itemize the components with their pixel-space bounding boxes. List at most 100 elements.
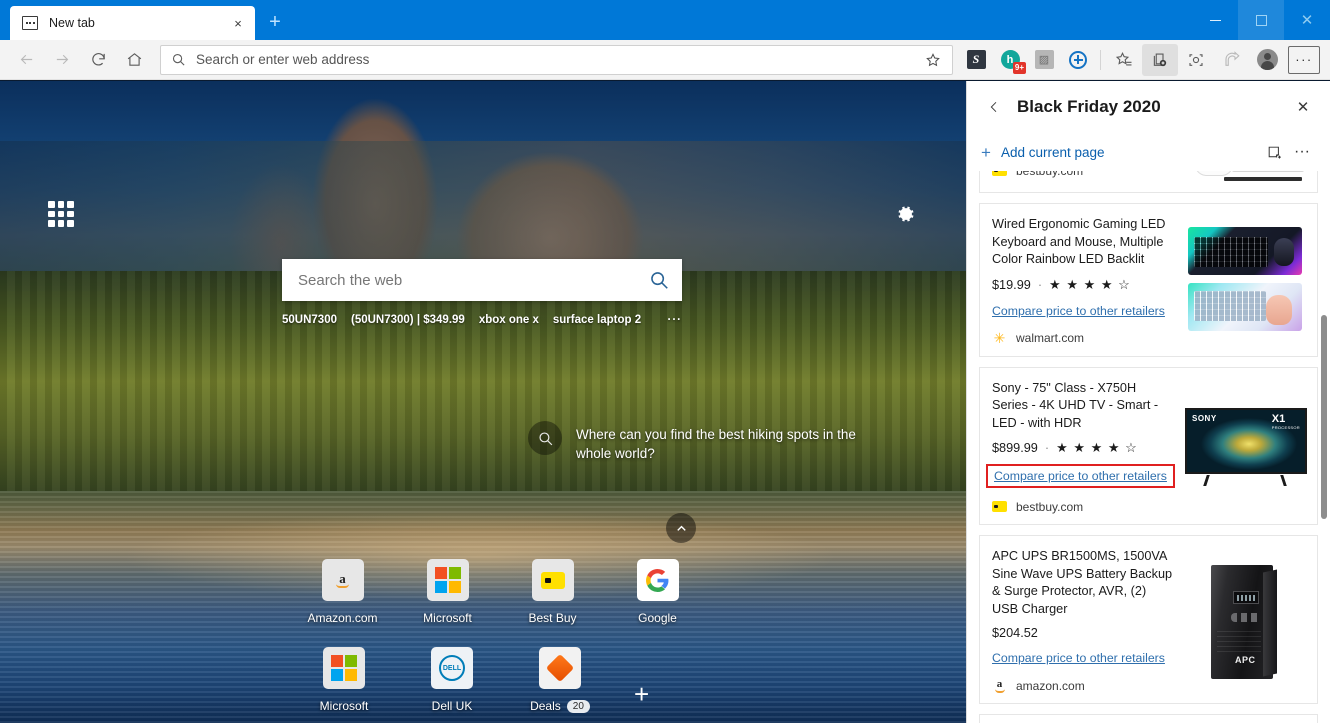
collections-header: Black Friday 2020 ✕ bbox=[967, 81, 1330, 133]
top-sites-row-1: a Amazon.com Microsoft Best Buy Google bbox=[290, 559, 710, 625]
card-site-label: bestbuy.com bbox=[1016, 171, 1083, 178]
maximize-button[interactable] bbox=[1238, 0, 1284, 40]
add-current-page-label: Add current page bbox=[1000, 144, 1105, 160]
dell-icon: DELL bbox=[431, 647, 473, 689]
sony-tv-image: SONY X1 PROCESSOR bbox=[1185, 407, 1307, 486]
extension-honey-button[interactable]: h 9+ bbox=[993, 44, 1027, 76]
top-site-bestbuy[interactable]: Best Buy bbox=[500, 559, 605, 625]
search-hint[interactable]: Where can you find the best hiking spots… bbox=[528, 421, 858, 463]
favorite-star-icon[interactable] bbox=[920, 47, 946, 73]
back-icon[interactable] bbox=[981, 94, 1007, 120]
xbox-console-image: ✚ bbox=[1186, 171, 1304, 182]
close-window-button[interactable]: ✕ bbox=[1284, 0, 1330, 40]
amazon-favicon-icon: a bbox=[992, 678, 1007, 693]
browser-tab[interactable]: New tab × bbox=[10, 6, 255, 40]
suggestions-more-button[interactable]: ··· bbox=[668, 314, 683, 326]
collection-items-list[interactable]: bestbuy.com ✚ Wired Ergonomic Gamin bbox=[967, 171, 1330, 723]
suggestion-item-1[interactable]: (50UN7300) | $349.99 bbox=[351, 314, 465, 326]
card-site[interactable]: a amazon.com bbox=[992, 678, 1175, 693]
top-site-microsoft-2[interactable]: Microsoft bbox=[290, 647, 398, 713]
collections-button[interactable] bbox=[1142, 43, 1178, 76]
top-site-dell[interactable]: DELL Dell UK bbox=[398, 647, 506, 713]
add-note-icon[interactable] bbox=[1260, 139, 1288, 165]
collection-item-apc-ups[interactable]: APC UPS BR1500MS, 1500VA Sine Wave UPS B… bbox=[979, 535, 1318, 704]
panel-scrollbar-thumb[interactable] bbox=[1321, 314, 1327, 519]
suggestion-item-0[interactable]: 50UN7300 bbox=[282, 314, 337, 326]
x1-badge: X1 PROCESSOR bbox=[1271, 412, 1300, 430]
top-site-deals[interactable]: Deals 20 bbox=[506, 647, 614, 713]
collection-more-icon[interactable]: ··· bbox=[1288, 139, 1316, 165]
profile-button[interactable] bbox=[1250, 44, 1284, 76]
bestbuy-favicon-icon bbox=[992, 171, 1007, 178]
browser-toolbar: Search or enter web address S h 9+ ▨ ··· bbox=[0, 40, 1330, 80]
sony-brand-label: SONY bbox=[1192, 413, 1217, 423]
compare-price-link-highlighted[interactable]: Compare price to other retailers bbox=[986, 464, 1175, 488]
collection-item-surface-pro-7[interactable]: Surface Pro 7 + Pro Type Cover Bundle bbox=[979, 714, 1318, 723]
card-site[interactable]: ✳ walmart.com bbox=[992, 331, 1175, 346]
minimize-button[interactable] bbox=[1192, 0, 1238, 40]
app-launcher-icon[interactable] bbox=[48, 201, 74, 227]
toolbar-divider bbox=[1100, 49, 1101, 70]
add-site-button[interactable]: + bbox=[634, 681, 649, 707]
note-extension-icon: ▨ bbox=[1034, 50, 1054, 69]
top-site-amazon[interactable]: a Amazon.com bbox=[290, 559, 395, 625]
grammar-extension-icon: S bbox=[966, 50, 986, 69]
new-tab-favicon-icon bbox=[22, 16, 38, 30]
card-rating-stars: ★ ★ ★ ★ ☆ bbox=[1056, 440, 1138, 455]
favorites-icon bbox=[1115, 51, 1132, 65]
extension-bitwarden-button[interactable] bbox=[1061, 44, 1095, 76]
card-site[interactable]: bestbuy.com bbox=[992, 171, 1083, 178]
settings-and-more-button[interactable]: ··· bbox=[1288, 45, 1320, 74]
price-rating-separator: · bbox=[1044, 441, 1050, 455]
new-tab-button[interactable]: + bbox=[261, 8, 289, 36]
chevron-up-icon bbox=[676, 525, 686, 531]
top-site-label: Dell UK bbox=[431, 699, 473, 713]
maximize-icon bbox=[1255, 14, 1267, 26]
card-site[interactable]: bestbuy.com bbox=[992, 499, 1175, 514]
close-tab-icon[interactable]: × bbox=[227, 12, 249, 34]
collection-item-xbox[interactable]: bestbuy.com ✚ bbox=[979, 171, 1318, 193]
web-search-input[interactable]: Search the web bbox=[298, 272, 648, 289]
forward-button[interactable] bbox=[44, 44, 80, 76]
bestbuy-icon bbox=[531, 559, 574, 601]
deals-count-badge: 20 bbox=[566, 699, 590, 713]
search-hint-text: Where can you find the best hiking spots… bbox=[576, 427, 856, 461]
top-site-microsoft-1[interactable]: Microsoft bbox=[395, 559, 500, 625]
compare-price-link[interactable]: Compare price to other retailers bbox=[992, 304, 1165, 318]
card-site-label: walmart.com bbox=[1016, 331, 1085, 345]
deals-icon bbox=[539, 647, 581, 689]
web-capture-button[interactable] bbox=[1178, 44, 1214, 76]
close-panel-icon[interactable]: ✕ bbox=[1290, 94, 1316, 120]
card-price-row: $204.52 bbox=[992, 626, 1175, 640]
home-button[interactable] bbox=[116, 44, 152, 76]
share-button[interactable] bbox=[1214, 44, 1250, 76]
expand-content-button[interactable] bbox=[666, 513, 696, 543]
price-rating-separator: · bbox=[1037, 277, 1043, 292]
collection-item-sony-tv[interactable]: Sony - 75" Class - X750H Series - 4K UHD… bbox=[979, 366, 1318, 525]
top-site-label: Amazon.com bbox=[307, 611, 378, 625]
top-site-google[interactable]: Google bbox=[605, 559, 710, 625]
panel-scrollbar[interactable] bbox=[1320, 171, 1328, 723]
extension-note-button[interactable]: ▨ bbox=[1027, 44, 1061, 76]
collections-actions: + Add current page ··· bbox=[967, 133, 1330, 171]
extension-grammar-button[interactable]: S bbox=[959, 44, 993, 76]
refresh-button[interactable] bbox=[80, 44, 116, 76]
apc-brand-label: APC bbox=[1235, 654, 1256, 665]
suggestion-item-2[interactable]: xbox one x bbox=[479, 314, 539, 326]
collection-item-keyboard[interactable]: Wired Ergonomic Gaming LED Keyboard and … bbox=[979, 203, 1318, 357]
search-icon bbox=[528, 421, 562, 455]
collections-panel: Black Friday 2020 ✕ + Add current page ·… bbox=[966, 81, 1330, 723]
address-bar[interactable]: Search or enter web address bbox=[160, 44, 953, 75]
back-button[interactable] bbox=[8, 44, 44, 76]
address-input[interactable]: Search or enter web address bbox=[196, 52, 920, 67]
favorites-button[interactable] bbox=[1106, 44, 1142, 76]
collections-icon bbox=[1153, 52, 1167, 66]
title-bar: New tab × + ✕ bbox=[0, 0, 1330, 40]
gear-icon[interactable] bbox=[892, 201, 918, 227]
compare-price-link[interactable]: Compare price to other retailers bbox=[992, 651, 1165, 665]
suggestion-item-3[interactable]: surface laptop 2 bbox=[553, 314, 641, 326]
search-icon[interactable] bbox=[648, 269, 670, 291]
card-thumbnail bbox=[1185, 216, 1305, 346]
add-current-page-button[interactable]: + Add current page bbox=[981, 144, 1105, 161]
web-search-box[interactable]: Search the web bbox=[282, 259, 682, 301]
